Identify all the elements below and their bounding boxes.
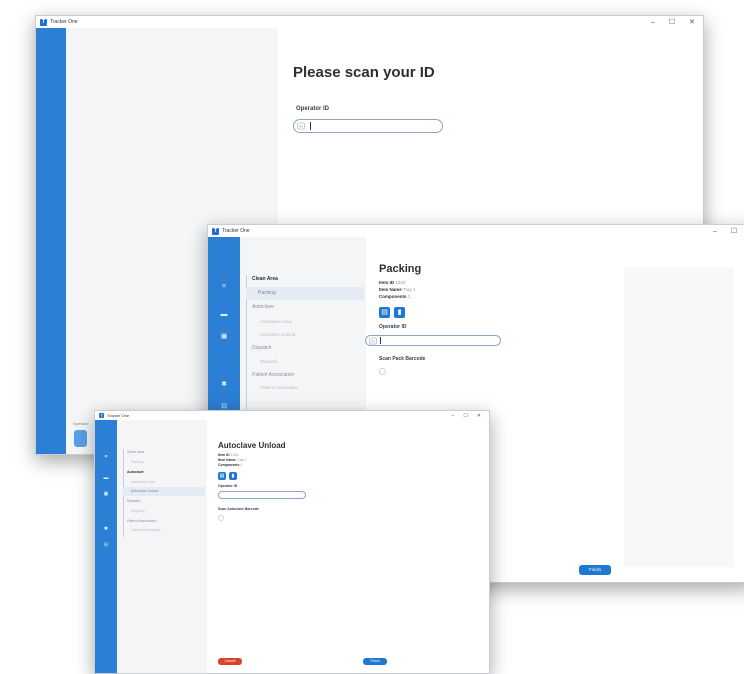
text-caret xyxy=(380,337,381,344)
app-logo-icon: T xyxy=(212,227,219,235)
nav-item-dispatch[interactable]: Dispatch xyxy=(127,499,141,503)
right-panel xyxy=(624,267,734,567)
list-icon[interactable]: ▬ xyxy=(221,311,228,318)
left-rail: ⌗ ▬ ▣ ✱ ⊟ xyxy=(95,420,117,673)
operator-id-label: Operator ID xyxy=(379,324,407,330)
nav-item-autoclave-load[interactable]: Autoclave Load xyxy=(260,319,291,324)
logout-icon[interactable]: ⊟ xyxy=(221,403,227,410)
avatar[interactable] xyxy=(74,430,87,447)
item-name-label: Item Name xyxy=(379,287,402,292)
barcode-icon xyxy=(218,515,224,521)
close-button[interactable]: ✕ xyxy=(477,413,481,419)
gear-icon[interactable]: ✱ xyxy=(221,381,227,388)
title-bar: T Tracker One – ☐ ✕ xyxy=(36,16,703,28)
title-bar: T Tracker One – ☐ ✕ xyxy=(208,225,744,237)
nav-item-clean-area[interactable]: Clean Area xyxy=(252,276,278,282)
maximize-button[interactable]: ☐ xyxy=(669,18,675,26)
window-controls: – ☐ ✕ xyxy=(651,16,695,28)
components-value: 1 xyxy=(407,294,411,299)
operator-id-label: Operator ID xyxy=(296,106,330,112)
operator-id-input[interactable] xyxy=(218,491,306,499)
nav-item-packing[interactable]: Packing xyxy=(258,290,276,296)
maximize-button[interactable]: ☐ xyxy=(731,227,737,235)
nav-panel xyxy=(117,420,207,673)
scan-autoclave-barcode-label: Scan Autoclave Barcode xyxy=(218,507,259,511)
components-label: Components xyxy=(379,294,407,299)
page-title: Autoclave Unload xyxy=(218,441,286,450)
print-button[interactable]: ▤ xyxy=(218,472,226,480)
nav-item-dispatch-sub[interactable]: Dispatch xyxy=(260,359,278,364)
gear-icon[interactable]: ✱ xyxy=(104,526,108,533)
window-title: Tracker One xyxy=(107,413,130,418)
item-name: Item Name Tray 1 xyxy=(379,287,416,292)
autoclave-unload-window: T Tracker One – ☐ ✕ ⌗ ▬ ▣ ✱ ⊟ Clean Area… xyxy=(94,410,490,674)
item-name-value: Tray 1 xyxy=(236,458,247,462)
text-caret xyxy=(310,122,311,130)
nav-item-autoclave-unload[interactable]: Autoclave Unload xyxy=(260,332,295,337)
app-logo-icon: T xyxy=(40,18,47,26)
nav-item-autoclave-unload[interactable]: Autoclave Unload xyxy=(131,489,158,493)
finish-button[interactable]: Finish xyxy=(363,658,387,665)
item-id-value: 1234 xyxy=(230,453,239,457)
print-button[interactable]: ▤ xyxy=(379,307,390,318)
components: Components 1 xyxy=(379,294,410,299)
minimize-button[interactable]: – xyxy=(452,413,455,419)
nav-item-packing[interactable]: Packing xyxy=(131,460,143,464)
item-id-label: Item ID xyxy=(379,280,395,285)
window-title: Tracker One xyxy=(222,228,250,234)
cancel-button[interactable]: Cancel xyxy=(218,658,242,665)
item-id-value: 1234 xyxy=(395,280,406,285)
item-name-value: Tray 1 xyxy=(402,287,416,292)
nav-item-dispatch[interactable]: Dispatch xyxy=(252,345,271,351)
title-bar: T Tracker One – ☐ ✕ xyxy=(95,411,489,420)
item-id: Item ID 1234 xyxy=(218,453,238,457)
nav-item-autoclave[interactable]: Autoclave xyxy=(252,304,274,310)
nav-item-patient-association[interactable]: Patient Association xyxy=(252,372,294,378)
scan-pack-barcode-label: Scan Pack Barcode xyxy=(379,356,426,362)
calendar-icon[interactable]: ▣ xyxy=(221,333,228,340)
maximize-button[interactable]: ☐ xyxy=(463,413,467,419)
nav-item-clean-area[interactable]: Clean Area xyxy=(127,450,144,454)
nav-item-patient-association[interactable]: Patient Association xyxy=(127,519,157,523)
close-button[interactable]: ✕ xyxy=(689,18,695,26)
scan-icon[interactable]: ⌗ xyxy=(222,283,226,290)
list-icon[interactable]: ▬ xyxy=(104,475,109,482)
id-badge-icon: ID xyxy=(297,122,305,130)
operator-id-label: Operator ID xyxy=(218,484,238,488)
logout-icon[interactable]: ⊟ xyxy=(104,542,108,549)
components: Components 1 xyxy=(218,463,242,467)
operator-id-input[interactable]: ID xyxy=(293,119,443,133)
item-id-label: Item ID xyxy=(218,453,230,457)
nav-item-autoclave-load[interactable]: Autoclave Load xyxy=(131,480,155,484)
calendar-icon[interactable]: ▣ xyxy=(104,491,109,498)
page-title: Please scan your ID xyxy=(293,64,435,81)
window-title: Tracker One xyxy=(50,19,78,25)
nav-item-dispatch-sub[interactable]: Dispatch xyxy=(131,509,145,513)
scan-icon[interactable]: ⌗ xyxy=(105,454,108,461)
nav-item-autoclave[interactable]: Autoclave xyxy=(127,470,144,474)
item-name: Item Name Tray 1 xyxy=(218,458,246,462)
app-logo-icon: T xyxy=(99,413,104,418)
id-badge-icon: ID xyxy=(369,337,377,344)
user-label: Operator xyxy=(73,421,89,426)
left-rail xyxy=(36,28,66,454)
finish-button[interactable]: Finish xyxy=(579,565,611,575)
item-name-label: Item Name xyxy=(218,458,236,462)
window-controls: – ☐ ✕ xyxy=(713,225,744,237)
nav-item-patient-association-sub[interactable]: Patient Association xyxy=(260,385,298,390)
page-title: Packing xyxy=(379,263,422,275)
document-button[interactable]: ▮ xyxy=(229,472,237,480)
components-value: 1 xyxy=(240,463,243,467)
window-controls: – ☐ ✕ xyxy=(452,411,481,420)
minimize-button[interactable]: – xyxy=(651,19,655,26)
nav-item-patient-association-sub[interactable]: Patient Association xyxy=(131,528,161,532)
minimize-button[interactable]: – xyxy=(713,228,717,235)
operator-id-input[interactable]: ID xyxy=(365,335,501,346)
barcode-icon xyxy=(379,368,386,375)
document-button[interactable]: ▮ xyxy=(394,307,405,318)
item-id: Item ID 1234 xyxy=(379,280,405,285)
components-label: Components xyxy=(218,463,240,467)
